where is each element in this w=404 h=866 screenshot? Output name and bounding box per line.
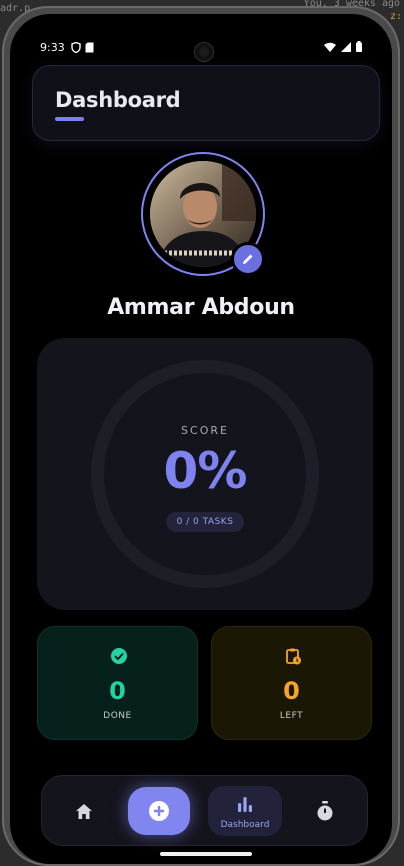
- score-label: SCORE: [181, 424, 229, 437]
- nav-dashboard-tab[interactable]: Dashboard: [208, 786, 282, 836]
- header-card: Dashboard: [32, 65, 380, 141]
- app-screen: 9:33 Dashboard Ammar Abdoun SCORE 0% 0 /…: [10, 14, 392, 864]
- phone-frame: 9:33 Dashboard Ammar Abdoun SCORE 0% 0 /…: [2, 6, 400, 866]
- tasks-count-badge: 0 / 0 TASKS: [166, 512, 244, 532]
- pencil-icon: [243, 254, 253, 264]
- add-task-button[interactable]: [128, 787, 190, 835]
- left-label: LEFT: [279, 711, 304, 721]
- front-camera: [195, 43, 213, 61]
- edit-profile-button[interactable]: [231, 242, 265, 276]
- battery-icon: [356, 41, 362, 52]
- stopwatch-icon[interactable]: [314, 800, 336, 822]
- done-stat-card: 0 DONE: [37, 626, 198, 740]
- nav-dashboard-label: Dashboard: [220, 820, 270, 830]
- shield-status-icon: [71, 42, 81, 53]
- done-label: DONE: [103, 711, 132, 721]
- home-indicator: [160, 852, 252, 856]
- left-stat-card: 0 LEFT: [211, 626, 372, 740]
- sd-card-icon: [85, 42, 94, 53]
- score-value: 0%: [163, 442, 248, 500]
- left-count: 0: [283, 677, 300, 705]
- signal-icon: [341, 41, 351, 52]
- check-circle-icon: [111, 648, 127, 664]
- profile-name: Ammar Abdoun: [107, 295, 295, 320]
- status-time: 9:33: [40, 41, 65, 54]
- pending-clipboard-icon: [286, 648, 301, 665]
- ide-side-text: z:: [389, 11, 402, 22]
- page-title: Dashboard: [55, 88, 181, 112]
- bar-chart-icon: [238, 797, 252, 812]
- score-card: SCORE 0% 0 / 0 TASKS: [37, 338, 373, 610]
- home-icon[interactable]: [74, 802, 94, 822]
- plus-circle-icon: [149, 801, 169, 821]
- bottom-nav: Dashboard: [41, 775, 368, 846]
- title-underline: [55, 117, 84, 121]
- wifi-icon: [324, 42, 336, 52]
- done-count: 0: [109, 677, 126, 705]
